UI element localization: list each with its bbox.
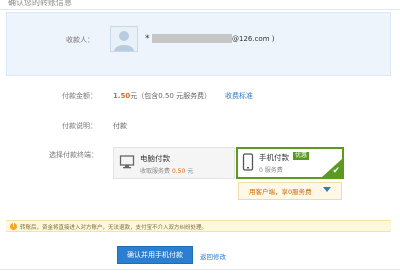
avatar-icon — [110, 26, 138, 52]
option-mobile-title: 手机付款 — [259, 153, 289, 162]
computer-icon — [119, 154, 135, 172]
footer-divider — [0, 269, 400, 270]
amount-label: 付款金额： — [62, 92, 97, 100]
mobile-tip-box: 用客户端，享0服务费 — [238, 182, 342, 200]
option-pc-sub-prefix: 收取服务费 — [140, 168, 171, 175]
discount-badge: 优惠 — [293, 152, 310, 160]
email-asterisk: * — [145, 34, 150, 44]
option-mobile-payment[interactable]: 手机付款 优惠 0 服务费 ✔ — [236, 147, 344, 179]
option-mobile-subtitle: 0 服务费 — [259, 167, 283, 174]
notice-bar: ! 转账后，资金将直接进入对方账户，无法退款，支付宝不介入双方纠纷处理。 — [6, 220, 391, 232]
back-modify-link[interactable]: 返回修改 — [200, 251, 226, 261]
description-label: 付款说明： — [62, 122, 97, 130]
recipient-panel — [6, 12, 391, 76]
phone-icon — [242, 153, 254, 173]
amount-value: 1.50元（包含0.50 元服务费） — [113, 91, 211, 101]
description-value: 付款 — [113, 122, 127, 130]
recipient-email: @126.com ) — [232, 35, 275, 43]
option-pc-fee: 0.50 — [171, 168, 186, 175]
page-title: 确认您的转账信息 — [8, 0, 72, 7]
email-redaction — [152, 34, 232, 43]
checkmark-icon: ✔ — [332, 166, 340, 176]
recipient-label: 收款人： — [66, 36, 94, 44]
dropdown-arrow-icon[interactable] — [323, 187, 331, 192]
notice-text: 转账后，资金将直接进入对方账户，无法退款，支付宝不介入双方纠纷处理。 — [20, 225, 208, 231]
confirm-mobile-pay-button[interactable]: 确认并用手机付款 — [117, 246, 193, 264]
mobile-tip-text: 用客户端，享0服务费 — [249, 188, 312, 196]
payment-method-label: 选择付款终端： — [49, 151, 98, 159]
option-pc-payment[interactable]: 电脑付款 收取服务费 0.50 元 — [113, 147, 235, 179]
header-divider — [0, 9, 400, 10]
amount-detail: 元（包含0.50 元服务费） — [130, 92, 212, 100]
option-pc-subtitle: 收取服务费 0.50 元 — [140, 166, 193, 175]
option-pc-sub-suffix: 元 — [187, 168, 194, 175]
option-pc-title: 电脑付款 — [140, 154, 170, 163]
warning-icon: ! — [10, 223, 17, 230]
amount-number: 1.50 — [113, 92, 131, 100]
fee-standard-link[interactable]: 收费标准 — [225, 91, 253, 101]
